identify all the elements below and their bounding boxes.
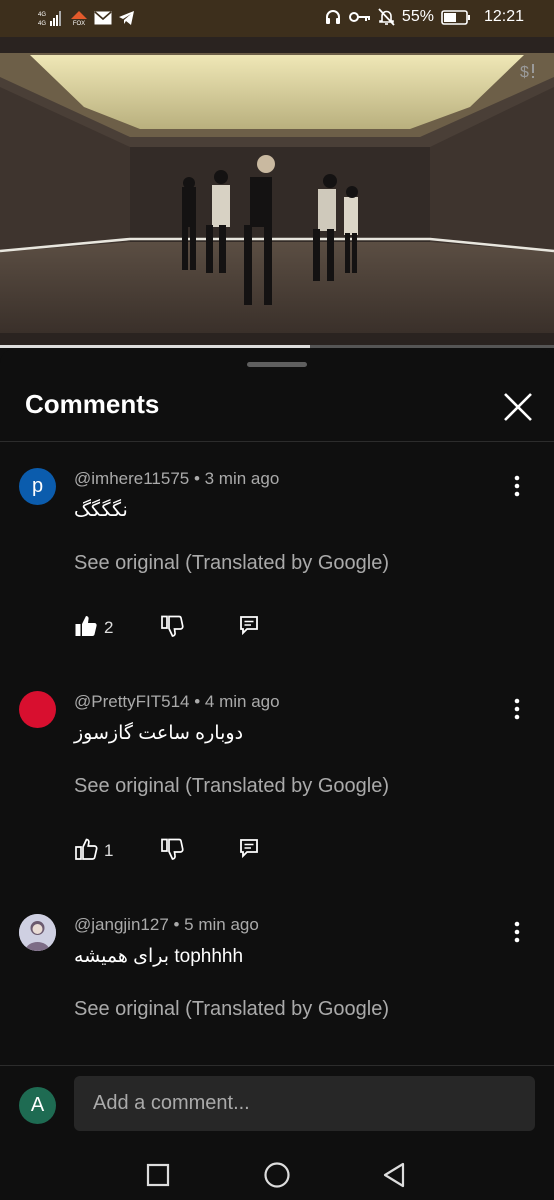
comment-item: @PrettyFIT514 • 4 min ago دوباره ساعت گا… <box>0 691 554 911</box>
comment-actions: 2 <box>74 614 374 640</box>
comment-text: دوباره ساعت گازسوز <box>74 723 244 744</box>
thumbs-up-icon[interactable] <box>74 837 98 861</box>
see-original-link[interactable]: See original (Translated by Google) <box>74 775 389 798</box>
carrier-text: FOX <box>72 21 86 27</box>
comments-sheet: Comments p @imhere11575 • 3 min ago نگگگ… <box>0 349 554 1200</box>
thumbs-up-icon[interactable] <box>74 614 98 638</box>
home-icon[interactable] <box>259 1157 295 1193</box>
reply-icon[interactable] <box>238 837 260 859</box>
headphones-icon <box>325 10 340 24</box>
svg-text:$: $ <box>520 64 529 81</box>
key-icon <box>348 12 370 22</box>
video-progress-fill <box>0 345 311 348</box>
comment-item: p @imhere11575 • 3 min ago نگگگگ See ori… <box>0 468 554 688</box>
comment-meta[interactable]: @jangjin127 • 5 min ago <box>74 915 259 935</box>
avatar[interactable] <box>19 691 56 728</box>
battery-percent: 55% <box>401 8 434 25</box>
status-bar-left: 4G 4G FOX <box>38 9 135 27</box>
status-bar-right: 55% 12:21 <box>324 8 524 26</box>
recent-apps-icon[interactable] <box>140 1157 176 1193</box>
comment-meta[interactable]: @PrettyFIT514 • 4 min ago <box>74 692 280 712</box>
see-original-link[interactable]: See original (Translated by Google) <box>74 552 389 575</box>
signal-icon: 4G 4G <box>38 11 61 27</box>
comments-title: Comments <box>25 389 160 419</box>
mail-icon <box>94 11 112 25</box>
reply-icon[interactable] <box>238 614 260 636</box>
svg-text:4G: 4G <box>38 12 46 18</box>
back-icon[interactable] <box>377 1157 413 1193</box>
telegram-icon <box>119 11 134 25</box>
more-vertical-icon[interactable] <box>506 918 528 946</box>
like-count: 1 <box>104 841 114 860</box>
like-count: 2 <box>104 618 114 637</box>
see-original-link[interactable]: See original (Translated by Google) <box>74 998 389 1021</box>
avatar[interactable] <box>19 914 56 951</box>
status-bar: 4G 4G FOX 55% 12:21 <box>0 0 554 37</box>
close-icon[interactable] <box>498 387 538 427</box>
drag-handle[interactable] <box>247 362 307 367</box>
comment-meta[interactable]: @imhere11575 • 3 min ago <box>74 469 279 489</box>
add-comment-input[interactable]: Add a comment... <box>74 1076 535 1131</box>
thumbs-down-icon[interactable] <box>160 837 184 861</box>
avatar-image <box>19 914 56 951</box>
header-divider <box>0 441 554 442</box>
video-frame <box>0 37 554 347</box>
fox-icon: FOX <box>70 9 88 27</box>
composer-divider <box>0 1065 554 1066</box>
more-vertical-icon[interactable] <box>506 695 528 723</box>
video-progress-bar[interactable] <box>0 345 554 348</box>
comment-text: برای همیشه tophhhh <box>74 946 244 967</box>
paid-promotion-icon[interactable]: $ <box>518 61 544 81</box>
video-player[interactable]: $ <box>0 37 554 347</box>
system-nav-bar <box>0 1149 554 1200</box>
comment-text: نگگگگ <box>74 500 128 521</box>
avatar[interactable]: p <box>19 468 56 505</box>
svg-text:4G: 4G <box>38 21 46 27</box>
thumbs-down-icon[interactable] <box>160 614 184 638</box>
more-vertical-icon[interactable] <box>506 472 528 500</box>
battery-icon <box>441 9 470 25</box>
status-time: 12:21 <box>483 8 524 25</box>
bell-muted-icon <box>378 8 395 26</box>
user-avatar[interactable]: A <box>19 1087 56 1124</box>
comment-actions: 1 <box>74 837 374 863</box>
